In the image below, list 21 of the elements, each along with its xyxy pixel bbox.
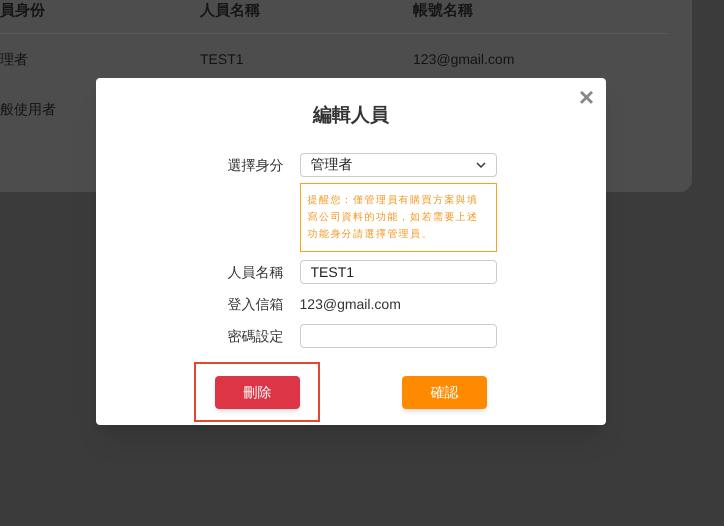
role-select[interactable]: 管理者 — [300, 152, 496, 176]
dialog-title: 編輯人員 — [313, 104, 389, 128]
table-cell-text: 般使用者 — [0, 100, 57, 118]
field-label: 密碼設定 — [226, 326, 284, 346]
table-cell-text: 理者 — [0, 50, 29, 68]
field-label: 選擇身分 — [226, 156, 284, 174]
field-label: 人員名稱 — [226, 262, 284, 282]
text-field[interactable] — [300, 324, 496, 348]
notice-text: 提醒您：僅管理員有購買方案與填寫公司資料的功能，如若需要上述功能身分請選擇管理員。 — [300, 182, 496, 252]
close-button[interactable]: × — [578, 82, 594, 112]
confirm-button[interactable]: 確認 — [402, 376, 487, 408]
field-label: 登入信箱 — [226, 294, 284, 314]
delete-button[interactable]: 刪除 — [215, 376, 300, 408]
table-cell-text: 123@gmail.com — [413, 50, 516, 69]
table-cell-text: TEST1 — [200, 50, 245, 68]
chevron-down-icon — [476, 162, 486, 168]
column-header: 帳號名稱 — [413, 2, 474, 20]
column-header: 員身份 — [0, 2, 46, 20]
text-field[interactable]: TEST1 — [300, 260, 496, 284]
column-header: 人員名稱 — [200, 2, 261, 20]
email-text: 123@gmail.com — [300, 294, 402, 314]
